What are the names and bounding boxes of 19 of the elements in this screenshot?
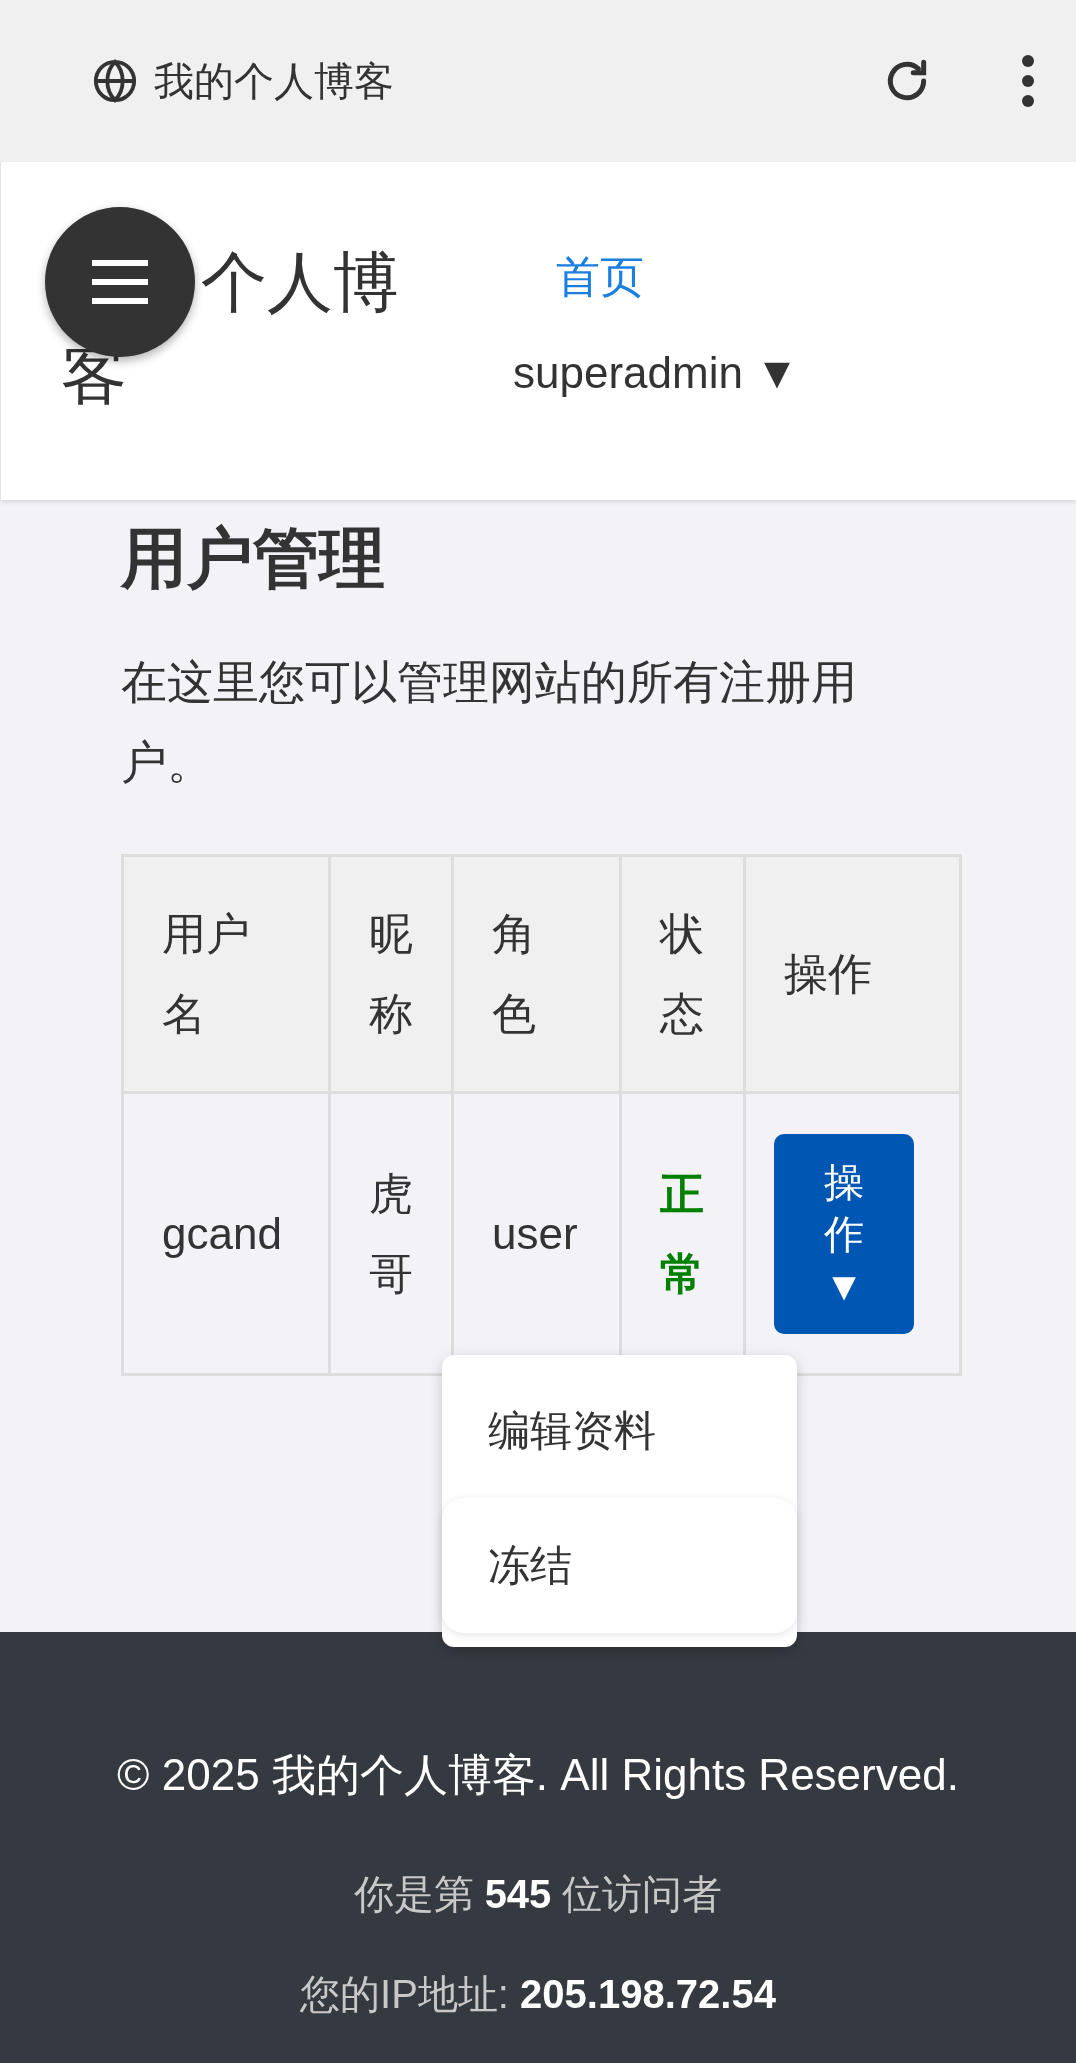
copyright-text: © 2025 我的个人博客. All Rights Reserved. (116, 1749, 960, 1801)
column-header: 状态 (620, 855, 745, 1093)
home-link[interactable]: 首页 (556, 244, 799, 310)
column-header: 昵称 (329, 855, 453, 1093)
table-cell: gcand (122, 1092, 330, 1375)
page-description: 在这里您可以管理网站的所有注册用户。 (121, 655, 858, 790)
ip-address: 您的IP地址: 205.198.72.54 (299, 1971, 777, 2018)
column-header: 操作 (744, 855, 961, 1093)
menu-icon (90, 258, 150, 306)
page-title: 我的个人博客 (154, 58, 394, 105)
page-heading: 用户管理 (121, 520, 386, 597)
globe-icon (92, 58, 138, 104)
column-header: 用户名 (122, 855, 330, 1093)
menu-item[interactable]: 冻结 (442, 1498, 797, 1633)
visitor-count: 你是第 545 位访问者 (352, 1871, 724, 1918)
user-menu-link[interactable]: superadmin ▼ (513, 340, 799, 406)
more-menu-icon[interactable] (1020, 53, 1036, 109)
column-header: 角色 (452, 855, 621, 1093)
action-button[interactable]: 操作 ▼ (774, 1133, 914, 1334)
